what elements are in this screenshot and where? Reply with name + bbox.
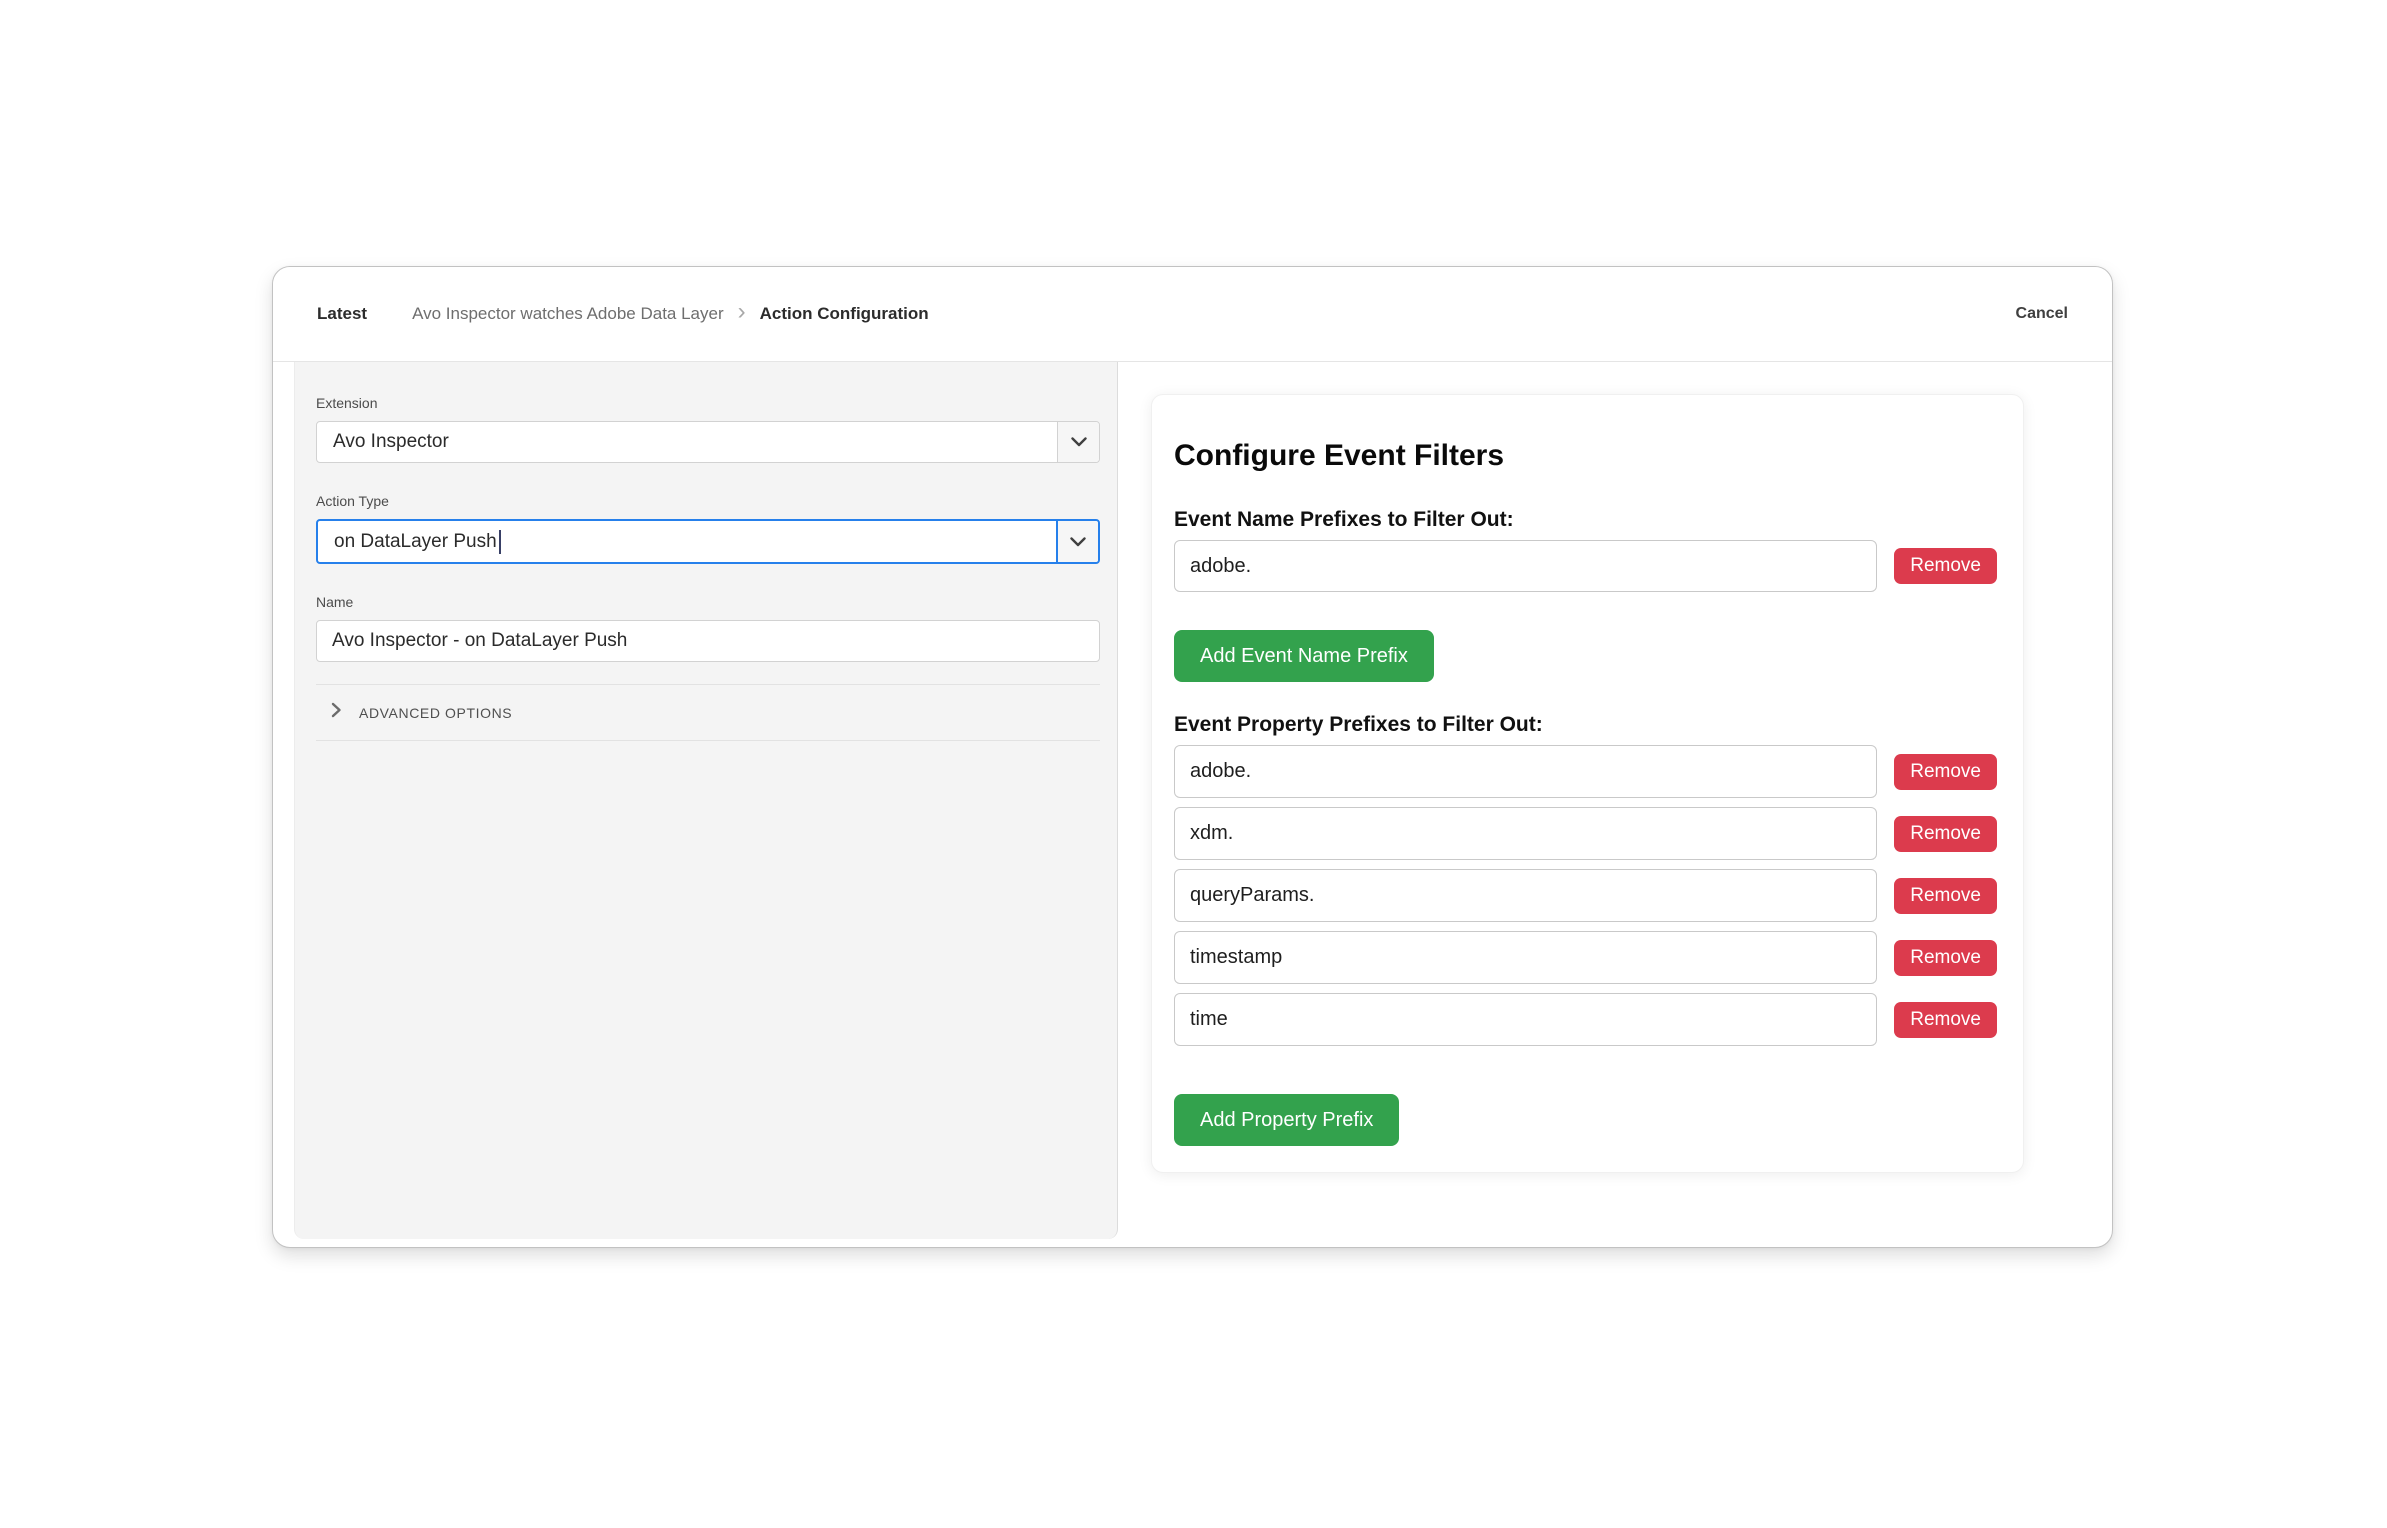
chevron-down-icon[interactable]	[1057, 422, 1099, 462]
remove-event-name-prefix-button[interactable]: Remove	[1894, 548, 1997, 584]
event-property-prefix-row: Remove	[1174, 807, 1997, 860]
configure-event-filters-card: Configure Event Filters Event Name Prefi…	[1151, 394, 2024, 1173]
action-type-label: Action Type	[316, 493, 389, 509]
text-caret	[498, 529, 501, 554]
event-property-prefix-row: Remove	[1174, 745, 1997, 798]
cancel-button[interactable]: Cancel	[2016, 305, 2068, 323]
event-property-prefix-input[interactable]	[1174, 807, 1878, 860]
remove-property-prefix-button[interactable]: Remove	[1894, 1001, 1997, 1038]
event-name-prefix-input[interactable]	[1174, 540, 1878, 592]
action-configuration-window: Latest Avo Inspector watches Adobe Data …	[272, 266, 2113, 1248]
event-name-prefixes-label: Event Name Prefixes to Filter Out:	[1174, 508, 1514, 531]
extension-select[interactable]: Avo Inspector	[316, 421, 1100, 463]
event-property-prefix-input[interactable]	[1174, 993, 1878, 1046]
divider	[316, 740, 1100, 741]
add-property-prefix-button[interactable]: Add Property Prefix	[1174, 1094, 1400, 1146]
chevron-right-icon	[330, 701, 342, 724]
extension-select-value: Avo Inspector	[333, 431, 449, 452]
remove-property-prefix-button[interactable]: Remove	[1894, 939, 1997, 976]
chevron-down-icon[interactable]	[1056, 521, 1098, 562]
advanced-options-label: ADVANCED OPTIONS	[359, 704, 513, 721]
remove-property-prefix-button[interactable]: Remove	[1894, 753, 1997, 790]
environment-label: Latest	[317, 304, 368, 323]
event-name-prefix-row: Remove	[1174, 540, 1997, 592]
event-property-prefix-input[interactable]	[1174, 745, 1878, 798]
breadcrumb-current: Action Configuration	[759, 304, 929, 323]
name-input[interactable]	[316, 620, 1100, 662]
breadcrumb-separator-icon: ›	[737, 298, 746, 325]
extension-label: Extension	[316, 395, 378, 411]
advanced-options-toggle[interactable]: ADVANCED OPTIONS	[316, 685, 1100, 740]
event-property-prefix-input[interactable]	[1174, 931, 1878, 984]
breadcrumb-parent[interactable]: Avo Inspector watches Adobe Data Layer	[412, 304, 724, 324]
remove-property-prefix-button[interactable]: Remove	[1894, 877, 1997, 914]
event-property-prefix-row: Remove	[1174, 869, 1997, 922]
action-type-select[interactable]: on DataLayer Push	[316, 519, 1100, 564]
action-settings-panel: Extension Avo Inspector Action Type on D…	[294, 362, 1118, 1239]
event-property-prefixes-label: Event Property Prefixes to Filter Out:	[1174, 713, 1543, 736]
event-property-prefix-row: Remove	[1174, 931, 1997, 984]
add-event-name-prefix-button[interactable]: Add Event Name Prefix	[1174, 630, 1434, 682]
event-property-prefix-input[interactable]	[1174, 869, 1878, 922]
remove-property-prefix-button[interactable]: Remove	[1894, 815, 1997, 852]
page-title: Configure Event Filters	[1174, 439, 1505, 472]
action-type-select-value: on DataLayer Push	[318, 521, 1056, 562]
event-property-prefix-row: Remove	[1174, 993, 1997, 1046]
name-label: Name	[316, 594, 354, 610]
breadcrumb: Latest Avo Inspector watches Adobe Data …	[273, 267, 2112, 362]
